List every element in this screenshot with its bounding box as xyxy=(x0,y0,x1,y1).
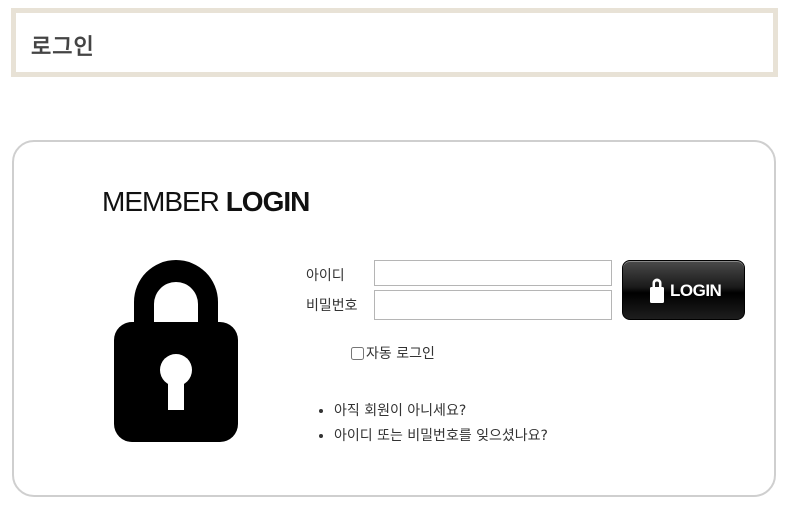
member-login-title-bold: LOGIN xyxy=(225,186,311,217)
signup-link[interactable]: 아직 회원이 아니세요? xyxy=(334,403,466,419)
lock-icon xyxy=(650,278,664,303)
page-header: 로그인 xyxy=(11,8,778,77)
password-input[interactable] xyxy=(374,290,612,320)
auto-login-label: 자동 로그인 xyxy=(366,346,435,362)
list-item: 아이디 또는 비밀번호를 잊으셨나요? xyxy=(334,424,548,449)
lock-icon xyxy=(114,260,238,442)
id-label: 아이디 xyxy=(306,268,345,284)
help-links: 아직 회원이 아니세요? 아이디 또는 비밀번호를 잊으셨나요? xyxy=(314,399,548,449)
member-login-title-light: MEMBER xyxy=(102,186,220,217)
page-title: 로그인 xyxy=(31,35,95,60)
id-input[interactable] xyxy=(374,260,612,286)
auto-login[interactable]: 자동 로그인 xyxy=(351,343,435,363)
login-panel: MEMBER LOGIN 아이디 비밀번호 LOGIN 자동 로그인 아직 회원… xyxy=(12,140,776,497)
list-item: 아직 회원이 아니세요? xyxy=(334,399,548,424)
forgot-credentials-link[interactable]: 아이디 또는 비밀번호를 잊으셨나요? xyxy=(334,428,548,444)
member-login-title: MEMBER LOGIN xyxy=(102,186,311,218)
login-button-label: LOGIN xyxy=(670,281,722,300)
password-label: 비밀번호 xyxy=(306,298,358,314)
auto-login-checkbox[interactable] xyxy=(351,346,364,360)
login-button[interactable]: LOGIN xyxy=(622,260,745,320)
